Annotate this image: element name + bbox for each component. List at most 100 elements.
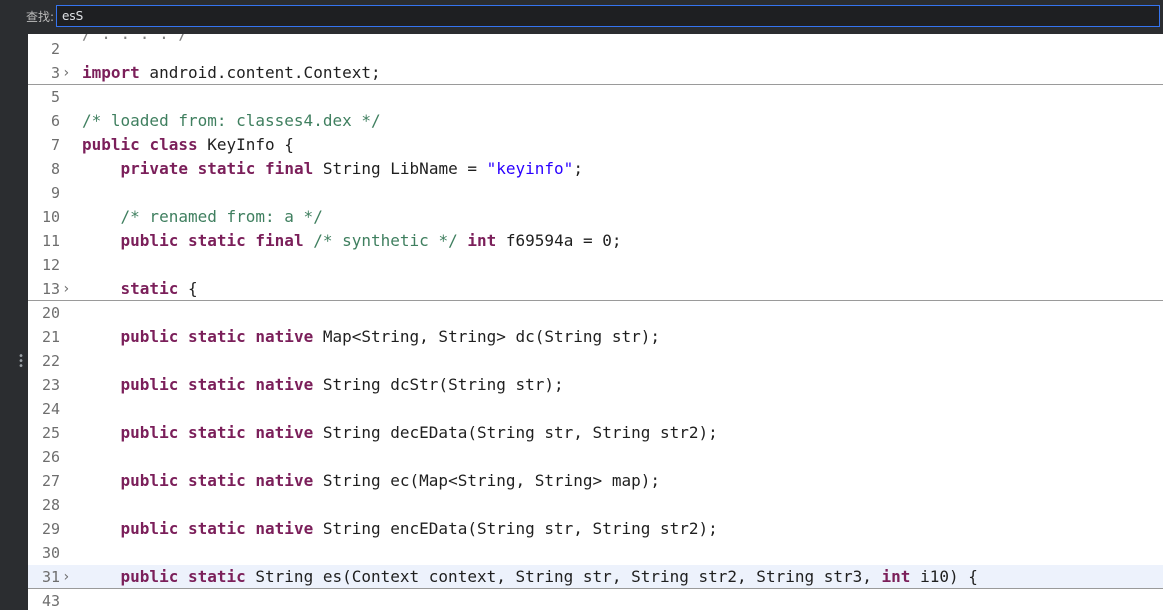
- code-token: f69594a = 0;: [496, 231, 622, 250]
- line-number: 10: [41, 208, 60, 226]
- code-line[interactable]: 43: [28, 589, 1163, 610]
- fold-chevron-icon[interactable]: ›: [62, 277, 72, 301]
- comment-token: /* synthetic */: [313, 231, 458, 250]
- fold-chevron-icon[interactable]: ›: [62, 565, 72, 589]
- code-line[interactable]: 2: [28, 37, 1163, 61]
- keyword-token: static: [187, 231, 246, 250]
- line-number: 24: [41, 400, 60, 418]
- code-line[interactable]: 28: [28, 493, 1163, 517]
- code-line[interactable]: 8 private static final String LibName = …: [28, 157, 1163, 181]
- keyword-token: native: [255, 375, 314, 394]
- keyword-token: static: [187, 567, 246, 586]
- keyword-token: native: [255, 327, 314, 346]
- code-text: public static final /* synthetic */ int …: [82, 229, 622, 253]
- code-token: ;: [573, 159, 583, 178]
- keyword-token: static: [187, 471, 246, 490]
- code-token: Map<String, String> dc(String str);: [313, 327, 660, 346]
- code-line[interactable]: 25 public static native String decEData(…: [28, 421, 1163, 445]
- code-token: String dcStr(String str);: [313, 375, 564, 394]
- code-text: static {: [82, 277, 198, 301]
- comment-token: /* loaded from: classes4.dex */: [82, 111, 381, 130]
- line-number: 27: [41, 472, 60, 490]
- keyword-token: static: [187, 327, 246, 346]
- code-line[interactable]: 27 public static native String ec(Map<St…: [28, 469, 1163, 493]
- code-line[interactable]: 6 /* loaded from: classes4.dex */: [28, 109, 1163, 133]
- line-number: 12: [41, 256, 60, 274]
- keyword-token: public: [120, 519, 179, 538]
- code-line[interactable]: 29 public static native String encEData(…: [28, 517, 1163, 541]
- code-line[interactable]: 11 public static final /* synthetic */ i…: [28, 229, 1163, 253]
- code-text: public static native String encEData(Str…: [82, 517, 718, 541]
- code-line[interactable]: 22: [28, 349, 1163, 373]
- code-line[interactable]: 21 public static native Map<String, Stri…: [28, 325, 1163, 349]
- line-number: 22: [41, 352, 60, 370]
- line-number: 20: [41, 304, 60, 322]
- line-number: 7: [50, 136, 60, 154]
- find-bar: 查找:: [0, 0, 1163, 34]
- line-number: 23: [41, 376, 60, 394]
- code-line[interactable]: 10 /* renamed from: a */: [28, 205, 1163, 229]
- code-line[interactable]: 7 public class KeyInfo {: [28, 133, 1163, 157]
- code-line[interactable]: 12: [28, 253, 1163, 277]
- keyword-token: public: [120, 567, 179, 586]
- keyword-token: native: [255, 519, 314, 538]
- code-text: import android.content.Context;: [82, 61, 381, 85]
- code-text: /* loaded from: classes4.dex */: [82, 109, 381, 133]
- line-number: 30: [41, 544, 60, 562]
- find-input[interactable]: [56, 5, 1160, 27]
- code-token: String es(Context context, String str, S…: [245, 567, 882, 586]
- keyword-token: static: [187, 375, 246, 394]
- line-number: 13: [41, 280, 60, 298]
- code-line[interactable]: 24: [28, 397, 1163, 421]
- keyword-token: public: [120, 375, 179, 394]
- keyword-token: static: [187, 519, 246, 538]
- find-label: 查找:: [26, 10, 55, 24]
- fold-chevron-icon[interactable]: ›: [62, 61, 72, 85]
- keyword-token: public: [120, 471, 179, 490]
- code-line[interactable]: 31 › public static String es(Context cont…: [28, 565, 1163, 589]
- keyword-token: final: [265, 159, 314, 178]
- keyword-token: int: [881, 567, 911, 586]
- code-line[interactable]: 26: [28, 445, 1163, 469]
- code-line[interactable]: 30: [28, 541, 1163, 565]
- line-number: 3: [50, 64, 60, 82]
- code-line[interactable]: 5: [28, 85, 1163, 109]
- line-number: 29: [41, 520, 60, 538]
- code-line[interactable]: 20: [28, 301, 1163, 325]
- keyword-token: final: [255, 231, 304, 250]
- code-line[interactable]: 3 › import android.content.Context;: [28, 61, 1163, 85]
- line-number: 25: [41, 424, 60, 442]
- code-line[interactable]: 23 public static native String dcStr(Str…: [28, 373, 1163, 397]
- keyword-token: native: [255, 423, 314, 442]
- code-line[interactable]: 9: [28, 181, 1163, 205]
- code-token: i10) {: [910, 567, 978, 586]
- code-token: String encEData(String str, String str2)…: [313, 519, 718, 538]
- line-number: 5: [50, 88, 60, 106]
- code-text: private static final String LibName = "k…: [82, 157, 583, 181]
- code-token: android.content.Context;: [139, 63, 381, 82]
- code-token: String ec(Map<String, String> map);: [313, 471, 660, 490]
- code-line[interactable]: 13 › static {: [28, 277, 1163, 301]
- keyword-token: static: [187, 423, 246, 442]
- code-editor[interactable]: / . . . . / 23›import android.content.Co…: [28, 34, 1163, 610]
- code-text: public class KeyInfo {: [82, 133, 294, 157]
- line-number: 21: [41, 328, 60, 346]
- keyword-token: private: [120, 159, 188, 178]
- code-token: {: [178, 279, 198, 298]
- drag-handle-icon[interactable]: • • •: [18, 352, 24, 372]
